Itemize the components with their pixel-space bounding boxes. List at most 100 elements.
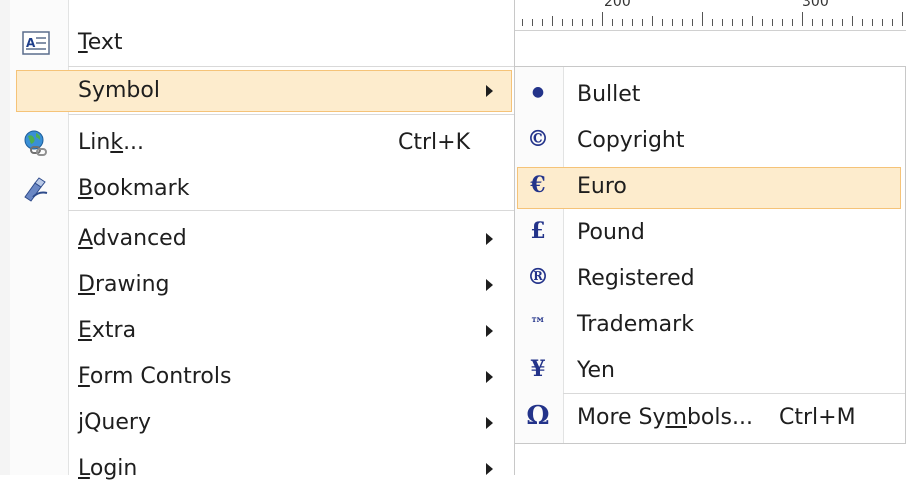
- submenu-item-copyright[interactable]: © Copyright: [515, 119, 905, 165]
- ruler-tick: [902, 12, 903, 26]
- ruler-tick: [742, 19, 743, 26]
- submenu-item-bullet[interactable]: ● Bullet: [515, 73, 905, 119]
- ruler-tick: [752, 16, 753, 26]
- submenu-item-pound[interactable]: £ Pound: [515, 211, 905, 257]
- menu-separator: [68, 66, 514, 67]
- menu-item-link[interactable]: Link... Ctrl+K: [10, 120, 514, 166]
- ruler-tick: [852, 16, 853, 26]
- submenu-item-label: Euro: [577, 174, 627, 199]
- yen-icon: ¥: [530, 356, 546, 382]
- registered-icon: ®: [527, 264, 549, 290]
- trademark-icon: ™: [530, 314, 546, 333]
- ruler-tick: [832, 19, 833, 26]
- ruler-label: 300: [802, 0, 829, 10]
- ruler-tick: [582, 19, 583, 26]
- ruler-tick: [692, 19, 693, 26]
- menu-item-extra[interactable]: Extra: [10, 308, 514, 354]
- menu-item-label: Symbol: [78, 78, 160, 103]
- menu-item-symbol[interactable]: Symbol: [10, 68, 514, 114]
- ruler-tick: [702, 12, 703, 26]
- submenu-arrow-icon: [486, 85, 493, 97]
- ruler-tick: [552, 16, 553, 26]
- menu-item-label: Login: [78, 456, 138, 481]
- ruler-tick: [772, 19, 773, 26]
- insert-context-menu: A Text Symbol Link... Ctrl+K Bookmark Ad…: [10, 0, 515, 481]
- ruler-tick: [612, 19, 613, 26]
- menu-item-login[interactable]: Login: [10, 446, 514, 492]
- ruler-tick: [802, 12, 803, 26]
- menu-item-jquery[interactable]: jQuery: [10, 400, 514, 446]
- highlight-box: [517, 167, 901, 209]
- submenu-item-registered[interactable]: ® Registered: [515, 257, 905, 303]
- ruler-tick: [882, 19, 883, 26]
- text-box-icon: A: [21, 29, 51, 57]
- ruler-tick: [872, 19, 873, 26]
- ruler-tick: [542, 19, 543, 26]
- ruler-tick: [792, 19, 793, 26]
- submenu-item-label: Pound: [577, 220, 645, 245]
- symbol-submenu: ● Bullet © Copyright € Euro £ Pound ® Re…: [514, 66, 906, 444]
- menu-separator: [68, 210, 514, 211]
- ruler-tick: [822, 19, 823, 26]
- submenu-item-more-symbols[interactable]: Ω More Symbols... Ctrl+M: [515, 396, 905, 442]
- menu-item-shortcut: Ctrl+K: [398, 130, 471, 155]
- ruler-tick: [682, 19, 683, 26]
- menu-item-label: jQuery: [78, 410, 151, 435]
- menu-item-bookmark[interactable]: Bookmark: [10, 166, 514, 212]
- menu-item-label: Bookmark: [78, 176, 190, 201]
- submenu-arrow-icon: [486, 371, 493, 383]
- ruler-tick: [562, 19, 563, 26]
- ruler-tick: [592, 19, 593, 26]
- menu-item-label: Form Controls: [78, 364, 232, 389]
- submenu-item-label: Registered: [577, 266, 695, 291]
- ruler-label: 200: [604, 0, 631, 10]
- copyright-icon: ©: [527, 126, 549, 152]
- menu-item-label: Text: [78, 30, 123, 55]
- bullet-icon: ●: [531, 84, 545, 100]
- ruler-tick: [632, 19, 633, 26]
- submenu-arrow-icon: [486, 233, 493, 245]
- ruler-tick: [652, 16, 653, 26]
- ruler-tick: [522, 19, 523, 26]
- ruler-tick: [532, 19, 533, 26]
- submenu-item-yen[interactable]: ¥ Yen: [515, 349, 905, 395]
- horizontal-ruler: 200 300: [514, 0, 906, 31]
- menu-item-label: Extra: [78, 318, 137, 343]
- menu-separator: [68, 114, 514, 115]
- submenu-item-euro[interactable]: € Euro: [515, 165, 905, 211]
- ruler-tick: [782, 19, 783, 26]
- ruler-tick: [732, 19, 733, 26]
- ruler-tick: [602, 12, 603, 26]
- submenu-item-label: Copyright: [577, 128, 685, 153]
- omega-icon: Ω: [526, 401, 550, 431]
- window-edge: [0, 0, 10, 475]
- menu-item-form-controls[interactable]: Form Controls: [10, 354, 514, 400]
- globe-link-icon: [21, 129, 51, 157]
- ruler-tick: [762, 19, 763, 26]
- ruler-tick: [672, 19, 673, 26]
- ruler-tick: [812, 19, 813, 26]
- ruler-tick: [892, 19, 893, 26]
- menu-item-advanced[interactable]: Advanced: [10, 216, 514, 262]
- euro-icon: €: [530, 172, 546, 198]
- menu-item-label: Drawing: [78, 272, 170, 297]
- ruler-tick: [642, 19, 643, 26]
- submenu-arrow-icon: [486, 325, 493, 337]
- ruler-tick: [622, 19, 623, 26]
- submenu-item-label: Bullet: [577, 82, 641, 107]
- ruler-tick: [722, 19, 723, 26]
- ruler-tick: [862, 19, 863, 26]
- submenu-arrow-icon: [486, 463, 493, 475]
- ruler-tick: [572, 19, 573, 26]
- submenu-item-label: Trademark: [577, 312, 694, 337]
- ruler-tick: [712, 19, 713, 26]
- submenu-item-shortcut: Ctrl+M: [779, 405, 856, 430]
- menu-item-label: Link...: [78, 130, 145, 155]
- submenu-item-trademark[interactable]: ™ Trademark: [515, 303, 905, 349]
- ruler-tick: [842, 19, 843, 26]
- menu-item-text[interactable]: A Text: [10, 20, 514, 66]
- ruler-tick: [662, 19, 663, 26]
- bookmark-pen-icon: [21, 175, 51, 203]
- menu-item-drawing[interactable]: Drawing: [10, 262, 514, 308]
- submenu-arrow-icon: [486, 279, 493, 291]
